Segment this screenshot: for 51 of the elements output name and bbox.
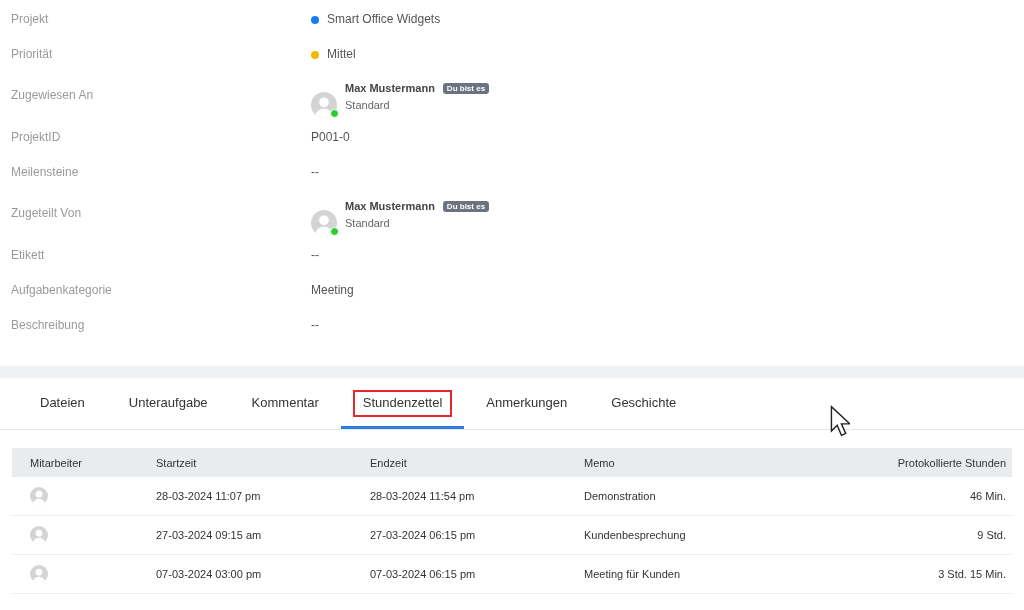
avatar-icon: [30, 526, 48, 544]
table-cell: 28-03-2024 11:54 pm: [352, 477, 566, 516]
field-label: ProjektID: [11, 129, 62, 144]
field-value: Smart Office Widgets: [327, 12, 441, 26]
field-value: Mittel: [327, 47, 356, 61]
field-label: Priorität: [11, 46, 54, 61]
table-cell: Demonstration: [566, 477, 794, 516]
field-label: Zugewiesen An: [11, 87, 95, 102]
field-value: --: [311, 248, 319, 262]
field-value: --: [311, 165, 319, 179]
table-cell: 27-03-2024 06:15 pm: [352, 515, 566, 555]
field-label: Zugeteilt Von: [11, 205, 83, 220]
field-label: Projekt: [11, 11, 50, 26]
user-role: Standard: [345, 99, 391, 111]
tab[interactable]: Unteraufgabe: [106, 378, 230, 429]
field-value: --: [311, 318, 319, 332]
table-cell: 28-03-2024 11:07 pm: [138, 477, 352, 516]
field-label: Meilensteine: [11, 164, 80, 179]
field-label: Etikett: [11, 247, 46, 262]
user-name: Max Mustermann: [345, 200, 435, 212]
table-cell: Meeting für Kunden: [566, 554, 794, 594]
tab[interactable]: Stundenzettel: [340, 378, 465, 429]
column-header: Startzeit: [138, 448, 352, 477]
field-label: Beschreibung: [11, 317, 86, 332]
table-cell: Kundenbesprechung: [566, 515, 794, 555]
avatar-icon: [311, 210, 337, 236]
table-cell: 27-03-2024 09:15 am: [138, 515, 352, 555]
tab[interactable]: Geschichte: [589, 378, 699, 429]
avatar-icon: [30, 565, 48, 583]
avatar-icon: [30, 487, 48, 505]
table-cell: 3 Std. 15 Min.: [793, 554, 1012, 594]
field-label: Aufgabenkategorie: [11, 282, 113, 297]
table-cell: 07-03-2024 03:00 pm: [138, 554, 352, 594]
column-header: Endzeit: [352, 448, 566, 477]
avatar-icon: [311, 92, 337, 118]
field-value: Meeting: [311, 283, 354, 297]
user-name: Max Mustermann: [345, 82, 435, 94]
tab[interactable]: Kommentar: [229, 378, 341, 429]
mouse-cursor-icon: [830, 405, 850, 437]
column-header: Mitarbeiter: [12, 448, 138, 477]
tab[interactable]: Anmerkungen: [464, 378, 590, 429]
tab[interactable]: Dateien: [18, 378, 107, 429]
user-badge: Du bist es: [442, 200, 490, 212]
table-cell: 9 Std.: [793, 515, 1012, 555]
table-cell: 46 Min.: [793, 477, 1012, 516]
field-value: P001-0: [311, 130, 350, 144]
user-badge: Du bist es: [442, 82, 490, 94]
table-cell: 07-03-2024 06:15 pm: [352, 554, 566, 594]
column-header: Protokollierte Stunden: [793, 448, 1012, 477]
column-header: Memo: [566, 448, 794, 477]
user-role: Standard: [345, 217, 391, 229]
